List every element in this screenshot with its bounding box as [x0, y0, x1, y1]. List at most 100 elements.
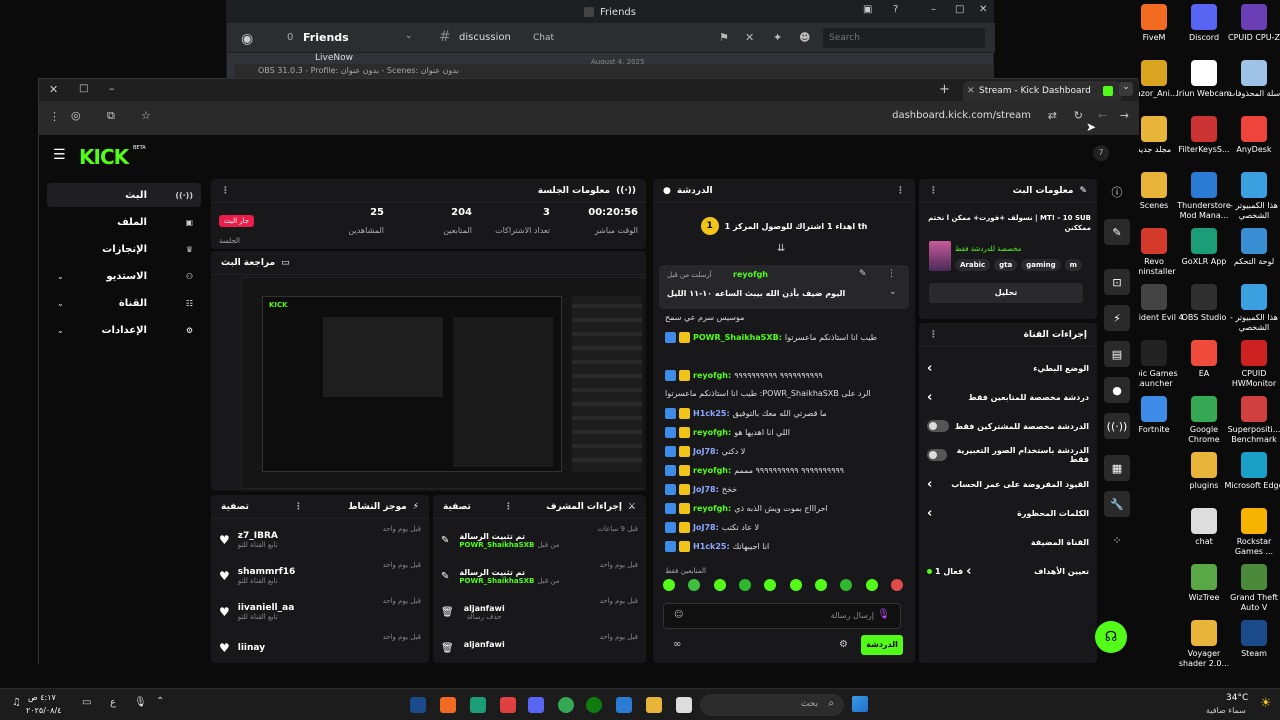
channel-action-item[interactable]: القيود المفروضة على عمر الحساب ›	[927, 475, 1089, 493]
weather-temp[interactable]: 34°C	[1226, 693, 1248, 703]
sidebar-item-3[interactable]: ⌄ ⚇ الاستديو	[47, 264, 201, 288]
pinned-expand-icon[interactable]: ⌄	[889, 287, 897, 297]
activity-menu-icon[interactable]: ⋮	[294, 502, 303, 512]
taskbar-discord-icon[interactable]	[528, 697, 544, 713]
taskbar-search[interactable]: ⌕ بحث	[700, 694, 844, 716]
pin-message-icon[interactable]: ✎	[859, 269, 867, 279]
taskbar-xbox-icon[interactable]	[586, 697, 602, 713]
broadcast-icon[interactable]: ((·))	[1104, 413, 1130, 439]
chevron-down-icon[interactable]: ⌄	[405, 31, 413, 41]
desktop-icon[interactable]: Rockstar Games ...	[1224, 508, 1280, 557]
kick-logo[interactable]: KICK	[79, 145, 129, 169]
pin-icon[interactable]: ✦	[773, 31, 782, 44]
emote-icon[interactable]	[738, 579, 751, 591]
profile-icon[interactable]: ◎	[71, 109, 81, 122]
friends-label[interactable]: Friends	[303, 31, 349, 44]
category-name[interactable]: مخصصة للدردشة فقط	[955, 245, 1021, 253]
activity-row[interactable]: ♥ shammrf16 تابع القناة للتو قبل يوم واحد	[219, 561, 421, 591]
emote-icon[interactable]	[713, 579, 726, 591]
stream-preview-video[interactable]: KICK	[241, 277, 646, 489]
emote-icon[interactable]	[789, 579, 802, 591]
pinned-menu-icon[interactable]: ⋮	[887, 269, 896, 279]
desktop-icon[interactable]: هذا الكمبيوتر - الشخصي	[1224, 172, 1280, 221]
menu-dots-icon[interactable]: ⋮	[49, 110, 60, 123]
maximize-icon[interactable]: □	[955, 4, 964, 15]
chat-message[interactable]: H1ck25: ما قصرتي الله معك بالتوفيق	[665, 408, 897, 419]
desktop-icon[interactable]: Grand Theft Auto V	[1224, 564, 1280, 613]
taskbar-explorer-icon[interactable]	[646, 697, 662, 713]
start-button-icon[interactable]	[852, 696, 868, 712]
channel-action-item[interactable]: القناة المضيفة	[927, 533, 1089, 551]
taskbar-fivem-icon[interactable]	[440, 697, 456, 713]
mod-action-row[interactable]: ✎ تم تثبيت الرسالة POWR_ShaikhaSXB من قبل قب…	[441, 525, 638, 555]
stream-tag[interactable]: gaming	[1021, 259, 1061, 271]
close-window-icon[interactable]: ✕	[49, 83, 58, 96]
channel-actions-menu-icon[interactable]: ⋮	[929, 330, 938, 340]
stream-tag[interactable]: m	[1064, 259, 1082, 271]
chat-username[interactable]: H1ck25:	[693, 409, 730, 418]
desktop-icon[interactable]: AnyDesk	[1224, 116, 1280, 155]
notifications-icon[interactable]: 7	[1093, 145, 1109, 161]
emote-icon[interactable]	[764, 579, 777, 591]
taskbar-goxlr-icon[interactable]	[470, 697, 486, 713]
chat-message[interactable]: الرد على POWR_ShaikhaSXB: طيب انا استاذن…	[665, 389, 897, 398]
emote-icon[interactable]	[840, 579, 853, 591]
maximize-window-icon[interactable]: □	[79, 83, 88, 94]
bookmark-star-icon[interactable]: ☆	[141, 109, 151, 122]
desktop-icon[interactable]: Steam	[1224, 620, 1280, 659]
tab-close-icon[interactable]: ✕	[967, 81, 975, 101]
minimize-window-icon[interactable]: –	[109, 82, 115, 95]
help-icon[interactable]: ?	[893, 4, 898, 15]
tab-search-icon[interactable]: ⌄	[1119, 82, 1133, 96]
mic-icon[interactable]: 🎙	[877, 609, 890, 620]
stream-tag[interactable]: Arabic	[955, 259, 991, 271]
desktop-icon[interactable]: CPUID HWMonitor	[1224, 340, 1280, 389]
taskbar-chrome-icon[interactable]	[558, 697, 574, 713]
activity-toggle-icon[interactable]: ⚡	[1104, 305, 1130, 331]
notes-icon[interactable]: ▤	[1104, 341, 1130, 367]
activity-row[interactable]: ♥ liinay قبل يوم واحد	[219, 633, 421, 663]
new-tab-icon[interactable]: +	[939, 82, 950, 97]
desktop-icon[interactable]: Superpositi... Benchmark	[1224, 396, 1280, 445]
emote-icon[interactable]	[814, 579, 827, 591]
channel-action-item[interactable]: تعيين الأهداف › فعال 1	[927, 562, 1089, 580]
close-icon[interactable]: ✕	[979, 4, 987, 15]
emote-icon[interactable]	[688, 579, 701, 591]
mod-menu-icon[interactable]: ⋮	[504, 502, 513, 512]
taskbar-store-icon[interactable]	[616, 697, 632, 713]
language-indicator[interactable]: ع	[110, 697, 116, 708]
chat-username[interactable]: H1ck25:	[693, 542, 730, 551]
browser-window[interactable]: ✕ □ – + Stream - Kick Dashboard ✕ ⌄ ⋮ ◎ …	[38, 78, 1139, 665]
live-item[interactable]: LiveNow	[315, 53, 353, 63]
edit-stream-info-button[interactable]: تحليل	[929, 283, 1083, 303]
chat-message[interactable]: POWR_ShaikhaSXB: طيب انا استاذنكم ماعسرتو…	[665, 332, 897, 343]
session-menu-icon[interactable]: ⋮	[221, 186, 230, 196]
chat-send-button[interactable]: الدردشة	[861, 635, 903, 655]
desktop-icon[interactable]: سلة المحذوفات	[1224, 60, 1280, 99]
info-icon[interactable]: ⓘ	[1104, 179, 1130, 205]
threads-icon[interactable]: ⚑	[719, 31, 729, 44]
activity-filter-button[interactable]: تصفية	[221, 502, 249, 512]
chat-message[interactable]: reyofgh: ٩٩٩٩٩٩٩٩٩٩ ٩٩٩٩٩٩٩٩٩٩	[665, 370, 897, 381]
chat-toggle-icon[interactable]: ●	[1104, 377, 1130, 403]
taskbar-steam-icon[interactable]	[410, 697, 426, 713]
chat-message[interactable]: reyofgh: احراااج بموت ويش الذبه ذي	[665, 503, 897, 514]
chat-extra-icon[interactable]: ∞	[673, 639, 681, 650]
extensions-icon[interactable]: ⧉	[107, 109, 115, 123]
activity-row[interactable]: ♥ iivaniell_aa تابع القناة للتو قبل يوم واح…	[219, 597, 421, 627]
chat-message[interactable]: JoJ78: خخخ	[665, 484, 897, 495]
stream-tag[interactable]: gta	[994, 259, 1018, 271]
chat-message[interactable]: موسيس سرم عي سمح	[665, 313, 897, 322]
channel-action-item[interactable]: الدردشة باستخدام الصور التعبيرية فقط	[927, 446, 1089, 464]
layout-icon[interactable]: ▦	[1104, 455, 1130, 481]
desktop-icon[interactable]: CPUID CPU-Z	[1224, 4, 1280, 43]
clock-time[interactable]: ٤:١٧ ص	[28, 693, 56, 702]
activity-row[interactable]: ♥ z7_IBRA تابع القناة للتو قبل يوم واحد	[219, 525, 421, 555]
desktop-icon[interactable]: Microsoft Edge	[1224, 452, 1280, 491]
edit-icon[interactable]: ✎	[1104, 219, 1130, 245]
clock-date[interactable]: ٢٠٢٥/٠٨/٤	[26, 706, 61, 715]
chat-menu-icon[interactable]: ⋮	[896, 186, 905, 196]
channel-action-item[interactable]: الكلمات المحظورة ›	[927, 504, 1089, 522]
chat-username[interactable]: reyofgh:	[693, 428, 731, 437]
chat-message[interactable]: JoJ78: لا دكتي	[665, 446, 897, 457]
